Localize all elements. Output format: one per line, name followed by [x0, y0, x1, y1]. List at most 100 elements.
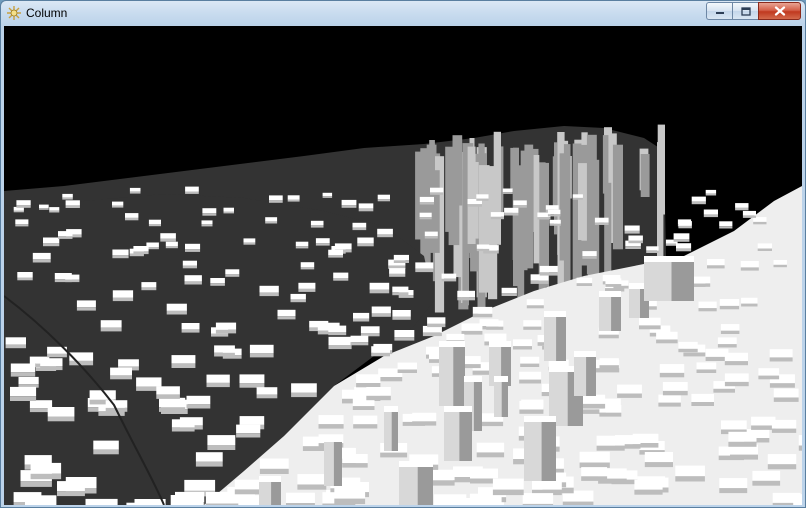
close-button[interactable]	[758, 2, 801, 20]
voxel-tile	[424, 231, 438, 239]
voxel-tile	[85, 498, 118, 505]
voxel-tile	[639, 317, 661, 330]
voxel-tile	[392, 286, 409, 296]
voxel-tile	[259, 458, 289, 474]
voxel-tile	[371, 306, 391, 317]
voxel-pillar	[324, 436, 342, 486]
voxel-tile	[17, 272, 33, 281]
voxel-tile	[696, 362, 717, 373]
voxel-tile	[752, 470, 781, 486]
ridge-column	[467, 146, 476, 244]
voxel-tile	[62, 193, 73, 200]
voxel-tile	[469, 493, 502, 505]
ridge-column	[612, 144, 623, 250]
voxel-tile	[461, 323, 483, 335]
ridge-column	[488, 166, 498, 300]
voxel-tile	[698, 301, 717, 312]
gear-sparkle-icon[interactable]	[6, 5, 22, 21]
voxel-tile	[76, 300, 96, 311]
voxel-tile	[724, 373, 749, 387]
voxel-tile	[371, 346, 390, 357]
voxel-tile	[291, 383, 317, 398]
voxel-tile	[728, 431, 757, 447]
title-bar[interactable]: Column	[1, 1, 805, 26]
voxel-tile	[530, 274, 549, 284]
voxel-tile	[504, 207, 519, 216]
voxel-tile	[93, 440, 119, 455]
voxel-tile	[415, 262, 434, 273]
ridge-column	[452, 135, 463, 206]
voxel-tile	[350, 335, 369, 346]
voxel-tile	[205, 491, 239, 505]
voxel-terrain-scene[interactable]	[4, 26, 802, 505]
voxel-tile	[315, 238, 330, 246]
voxel-tile	[40, 358, 63, 371]
voxel-tile	[171, 355, 196, 368]
voxel-tile	[628, 235, 643, 244]
voxel-tile	[286, 492, 315, 505]
voxel-tile	[206, 374, 230, 388]
voxel-tile	[735, 203, 749, 211]
maximize-button[interactable]	[732, 2, 758, 20]
voxel-tile	[342, 454, 368, 468]
voxel-tile	[646, 246, 659, 253]
voxel-pillar	[524, 416, 556, 481]
voxel-tile	[65, 274, 80, 283]
voxel-pillar	[399, 461, 433, 505]
voxel-tile	[100, 320, 122, 332]
voxel-tile	[741, 297, 758, 307]
3d-viewport[interactable]	[4, 26, 802, 505]
voxel-tile	[58, 231, 73, 239]
voxel-tile	[156, 386, 180, 399]
voxel-tile	[673, 233, 690, 242]
voxel-tile	[522, 493, 554, 505]
minimize-button[interactable]	[706, 2, 732, 20]
voxel-pillar	[259, 476, 281, 505]
voxel-tile	[328, 249, 343, 258]
voxel-tile	[644, 452, 673, 468]
voxel-tile	[214, 345, 235, 357]
ridge-column	[420, 148, 431, 264]
voxel-tile	[47, 407, 75, 422]
voxel-tile	[182, 260, 197, 269]
voxel-tile	[243, 238, 256, 245]
voxel-tile	[10, 386, 37, 401]
voxel-tile	[397, 362, 417, 373]
voxel-tile	[328, 325, 347, 336]
voxel-tile	[334, 487, 366, 505]
voxel-tile	[39, 204, 49, 210]
voxel-tile	[110, 367, 132, 380]
voxel-tile	[43, 237, 60, 247]
ridge-column	[478, 165, 490, 293]
voxel-tile	[215, 322, 237, 334]
voxel-tile	[519, 400, 544, 414]
ridge-column	[510, 147, 518, 189]
voxel-tile	[18, 376, 39, 388]
voxel-tile	[634, 479, 663, 495]
voxel-tile	[234, 479, 263, 495]
voxel-tile	[707, 259, 725, 269]
voxel-tile	[298, 282, 316, 292]
voxel-tile	[159, 397, 186, 412]
voxel-tile	[513, 200, 527, 208]
voxel-tile	[366, 387, 391, 401]
voxel-tile	[210, 278, 225, 286]
voxel-tile	[549, 219, 561, 226]
voxel-tile	[165, 241, 178, 249]
voxel-tile	[353, 312, 370, 322]
voxel-tile	[32, 252, 51, 263]
ridge-column	[640, 154, 650, 197]
voxel-tile	[184, 275, 202, 285]
voxel-tile	[394, 330, 415, 341]
voxel-tile	[30, 462, 62, 480]
voxel-tile	[691, 196, 706, 205]
voxel-tile	[430, 187, 444, 195]
voxel-tile	[539, 265, 558, 276]
voxel-tile	[148, 219, 161, 227]
voxel-tile	[277, 309, 296, 320]
voxel-tile	[581, 467, 608, 481]
voxel-tile	[793, 494, 802, 505]
ridge-column	[657, 124, 665, 215]
voxel-tile	[547, 209, 561, 217]
voxel-tile	[360, 326, 380, 337]
